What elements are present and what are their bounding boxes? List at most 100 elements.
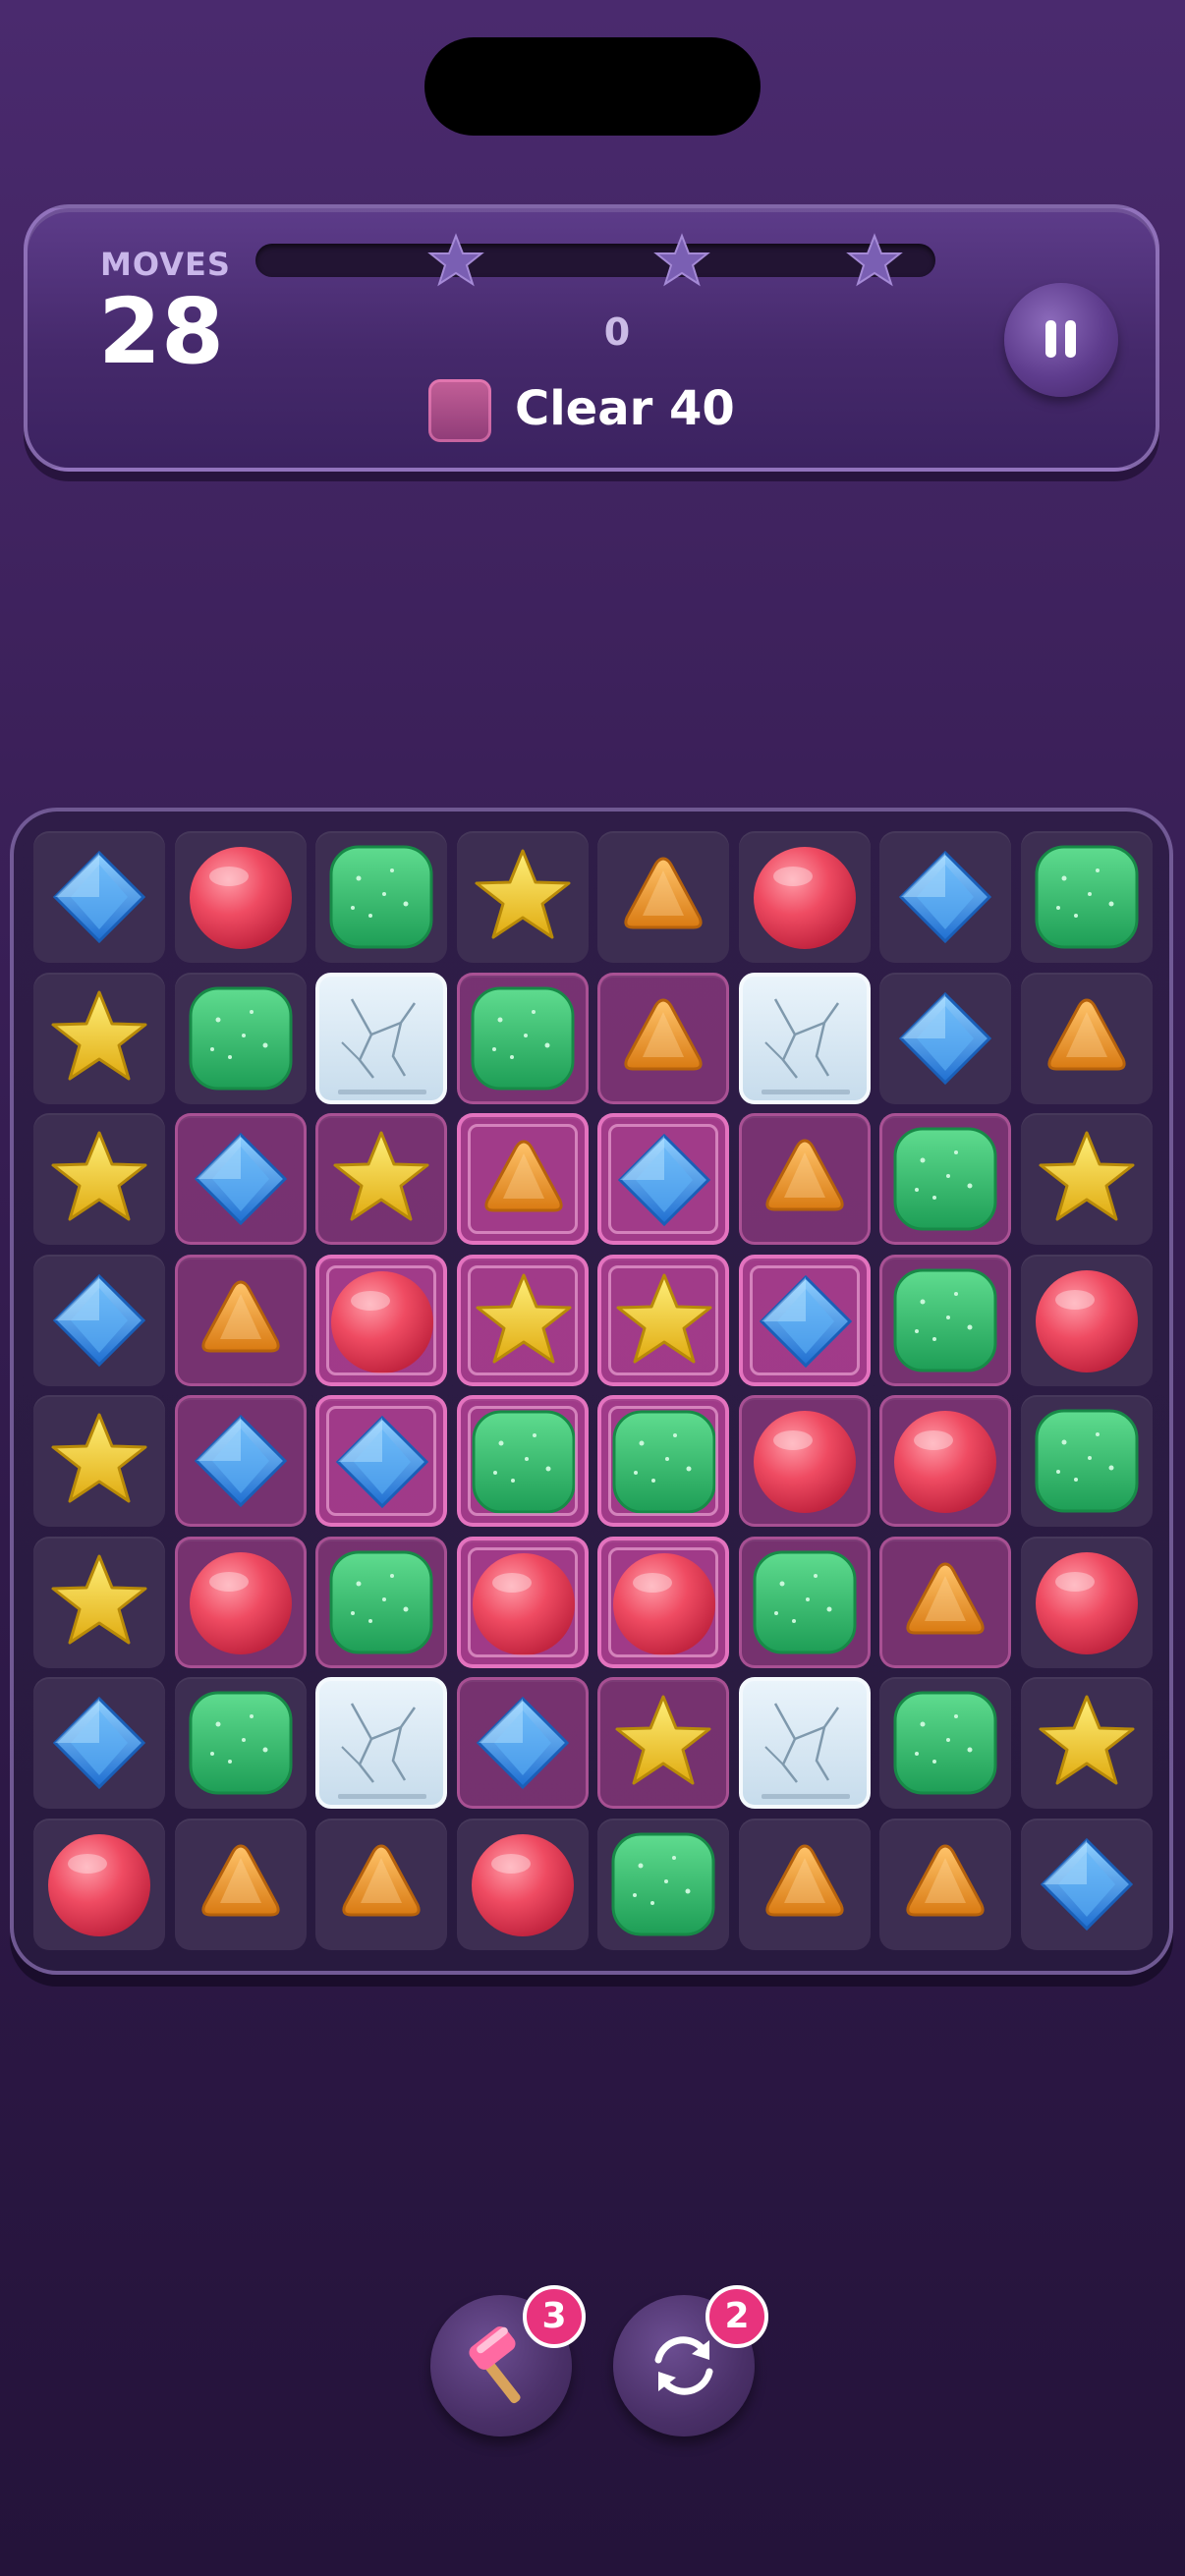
board-cell[interactable] (33, 1677, 165, 1809)
board-cell[interactable] (597, 1537, 729, 1668)
board-cell[interactable] (1021, 1537, 1153, 1668)
green-jelly-icon (893, 1268, 997, 1372)
board-cell[interactable] (175, 1677, 307, 1809)
board-cell[interactable] (175, 1395, 307, 1527)
board-cell[interactable] (315, 1395, 447, 1527)
red-ball-icon (754, 847, 856, 949)
board-cell[interactable] (175, 1537, 307, 1668)
orange-triangle-icon (342, 1844, 421, 1917)
board-cell[interactable] (879, 1537, 1011, 1668)
board-cell[interactable] (457, 1255, 589, 1386)
green-jelly-icon (753, 1550, 857, 1654)
board-cell[interactable] (597, 1395, 729, 1527)
board-cell[interactable] (175, 1255, 307, 1386)
board-cell[interactable] (175, 831, 307, 963)
board-cell[interactable] (1021, 1255, 1153, 1386)
board-cell[interactable] (739, 1677, 871, 1809)
board-cell[interactable] (33, 1113, 165, 1245)
board-cell[interactable] (457, 973, 589, 1104)
board-cell[interactable] (879, 831, 1011, 963)
board-cell[interactable] (33, 1255, 165, 1386)
blue-diamond-icon (476, 1696, 570, 1790)
green-jelly-icon (329, 1550, 433, 1654)
green-jelly-icon (1035, 845, 1139, 949)
orange-triangle-icon (201, 1844, 280, 1917)
hud-panel: MOVES 28 0 Clear 40 (24, 204, 1159, 472)
board-cell[interactable] (597, 1819, 729, 1950)
board-cell[interactable] (1021, 1395, 1153, 1527)
game-board (10, 808, 1173, 1975)
pause-button[interactable] (1004, 283, 1118, 397)
orange-triangle-icon (765, 1844, 844, 1917)
blue-diamond-icon (617, 1133, 711, 1227)
board-cell[interactable] (457, 1819, 589, 1950)
board-cell[interactable] (457, 1677, 589, 1809)
shuffle-booster-button[interactable]: 2 (613, 2285, 768, 2436)
green-jelly-icon (611, 1832, 715, 1936)
cracked-ice-block-icon (338, 998, 426, 1094)
yellow-star-icon (51, 1131, 147, 1221)
board-cell[interactable] (175, 1819, 307, 1950)
red-ball-icon (190, 847, 292, 949)
board-cell[interactable] (739, 1113, 871, 1245)
board-cell[interactable] (739, 1537, 871, 1668)
board-cell[interactable] (33, 973, 165, 1104)
board-cell[interactable] (597, 831, 729, 963)
board-cell[interactable] (33, 1819, 165, 1950)
board-cell[interactable] (739, 831, 871, 963)
board-cell[interactable] (33, 1395, 165, 1527)
board-cell[interactable] (1021, 973, 1153, 1104)
blue-diamond-icon (759, 1274, 853, 1369)
orange-triangle-icon (765, 1139, 844, 1211)
green-jelly-icon (189, 1691, 293, 1795)
board-cell[interactable] (739, 1395, 871, 1527)
board-cell[interactable] (33, 1537, 165, 1668)
board-cell[interactable] (315, 1677, 447, 1809)
board-cell[interactable] (315, 1537, 447, 1668)
blue-diamond-icon (52, 1696, 146, 1790)
board-cell[interactable] (175, 1113, 307, 1245)
yellow-star-icon (615, 1695, 711, 1785)
star-milestone-3-icon (846, 233, 903, 287)
board-cell[interactable] (597, 1113, 729, 1245)
board-cell[interactable] (175, 973, 307, 1104)
moves-label: MOVES (100, 246, 231, 283)
star-milestone-2-icon (653, 233, 710, 287)
yellow-star-icon (616, 1273, 712, 1364)
board-cell[interactable] (739, 1255, 871, 1386)
board-cell[interactable] (739, 1819, 871, 1950)
board-cell[interactable] (315, 973, 447, 1104)
board-cell[interactable] (315, 831, 447, 963)
cracked-ice-block-icon (338, 1703, 426, 1799)
board-cell[interactable] (879, 1677, 1011, 1809)
orange-triangle-icon (1047, 998, 1126, 1071)
score-value: 0 (603, 310, 631, 354)
board-cell[interactable] (315, 1113, 447, 1245)
board-cell[interactable] (879, 1113, 1011, 1245)
board-cell[interactable] (597, 1255, 729, 1386)
board-cell[interactable] (457, 1395, 589, 1527)
board-cell[interactable] (1021, 1113, 1153, 1245)
hammer-booster-button[interactable]: 3 (430, 2285, 586, 2436)
board-cell[interactable] (879, 973, 1011, 1104)
board-cell[interactable] (315, 1255, 447, 1386)
board-cell[interactable] (457, 1113, 589, 1245)
green-jelly-icon (1035, 1409, 1139, 1513)
green-jelly-icon (893, 1127, 997, 1231)
board-cell[interactable] (1021, 831, 1153, 963)
green-jelly-icon (472, 1410, 576, 1514)
orange-triangle-icon (906, 1844, 985, 1917)
board-cell[interactable] (879, 1255, 1011, 1386)
board-cell[interactable] (879, 1819, 1011, 1950)
board-cell[interactable] (739, 973, 871, 1104)
board-cell[interactable] (879, 1395, 1011, 1527)
board-cell[interactable] (597, 1677, 729, 1809)
board-cell[interactable] (457, 1537, 589, 1668)
board-cell[interactable] (33, 831, 165, 963)
board-cell[interactable] (315, 1819, 447, 1950)
board-cell[interactable] (1021, 1677, 1153, 1809)
board-cell[interactable] (597, 973, 729, 1104)
board-cell[interactable] (1021, 1819, 1153, 1950)
blue-diamond-icon (52, 1273, 146, 1368)
board-cell[interactable] (457, 831, 589, 963)
